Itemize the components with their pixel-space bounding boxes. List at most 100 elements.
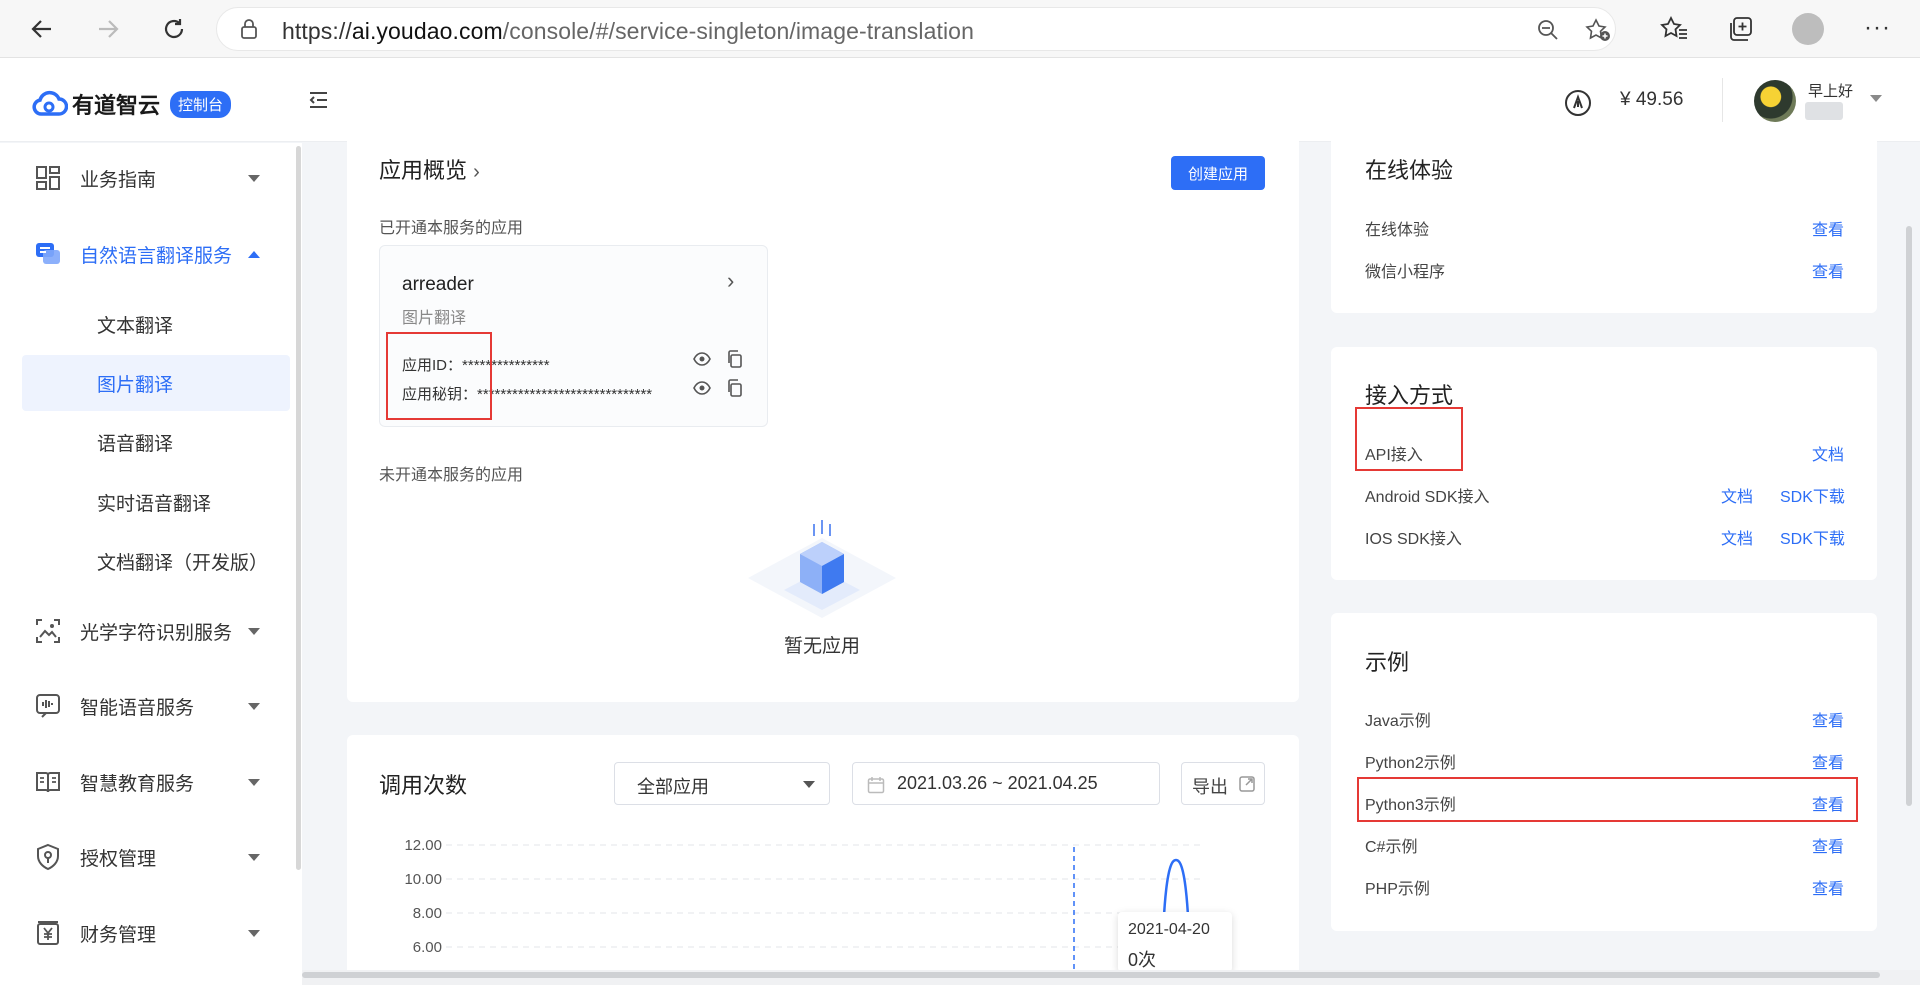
sidebar-item-finance[interactable]: 财务管理 [0,905,290,961]
sidebar-subitem-label: 文本翻译 [97,315,174,337]
avatar[interactable] [1754,80,1796,122]
chevron-down-icon [248,853,260,861]
android-sdk-label: Android SDK接入 [1365,489,1490,506]
sidebar-subitem-text-translation[interactable]: 文本翻译 [22,296,290,352]
horizontal-scrollbar[interactable] [302,972,1880,978]
finance-icon [37,921,59,945]
book-icon [36,772,60,793]
app-type: 图片翻译 [402,310,467,327]
chevron-down-icon [248,778,260,786]
chevron-down-icon [248,627,260,635]
logo[interactable]: 有道智云 控制台 [32,88,232,120]
wallet-icon[interactable] [1563,88,1593,118]
ios-sdk-download-link[interactable]: SDK下载 [1780,525,1845,549]
app-select-dropdown[interactable]: 全部应用 [614,762,830,805]
more-icon[interactable]: ··· [1864,14,1891,42]
chevron-right-icon[interactable]: › [727,268,734,294]
api-doc-link[interactable]: 文档 [1812,441,1844,465]
sidebar-item-education[interactable]: 智慧教育服务 [0,754,290,810]
chevron-up-icon [248,250,260,258]
page-scrollbar[interactable] [1906,226,1912,806]
chevron-down-icon [248,702,260,710]
sidebar-item-authorization[interactable]: 授权管理 [0,829,290,885]
sidebar-subitem-realtime-speech[interactable]: 实时语音翻译 [22,474,290,530]
copy-secret-icon[interactable] [726,379,743,397]
sidebar-subitem-document-translation[interactable]: 文档翻译（开发版） [22,533,290,589]
y-tick-label: 6.00 [413,939,442,956]
favorites-icon[interactable] [1660,16,1688,42]
create-app-button[interactable]: 创建应用 [1171,156,1265,190]
user-name-redacted [1805,102,1843,120]
highlight-frame-python3 [1357,777,1858,822]
sidebar-subitem-label: 图片翻译 [97,374,174,396]
access-title: 接入方式 [1365,383,1454,408]
php-example-link[interactable]: 查看 [1812,875,1844,899]
sidebar-item-label: 光学字符识别服务 [80,622,233,644]
usage-title: 调用次数 [379,773,468,798]
logo-text: 有道智云 [72,94,161,119]
profile-icon[interactable] [1792,13,1824,45]
highlight-frame-api [1355,407,1463,471]
chevron-down-icon [803,781,815,788]
show-secret-eye-icon[interactable] [693,381,711,395]
refresh-icon[interactable] [154,9,194,49]
sidebar-item-ocr[interactable]: 光学字符识别服务 [0,603,290,659]
collapse-menu-icon[interactable] [306,88,330,112]
sidebar-subitem-speech-translation[interactable]: 语音翻译 [22,414,290,470]
sidebar-scrollbar[interactable] [296,146,301,870]
miniprogram-view-link[interactable]: 查看 [1812,258,1844,282]
collections-icon[interactable] [1727,15,1755,43]
y-tick-label: 8.00 [413,905,442,922]
java-example-link[interactable]: 查看 [1812,707,1844,731]
chevron-right-icon: › [473,161,480,183]
calendar-icon [867,777,885,794]
forward-icon[interactable] [88,9,128,49]
export-button[interactable]: 导出 [1181,762,1265,805]
user-greeting: 早上好 [1808,83,1854,100]
back-icon[interactable] [22,9,62,49]
overview-title-text: 应用概览 [379,158,468,183]
header-divider [1722,78,1723,122]
sidebar-item-label: 授权管理 [80,848,157,870]
chart-tooltip: 2021-04-20 0次 [1118,912,1232,972]
sidebar-item-nlp-translation[interactable]: 自然语言翻译服务 [0,226,290,282]
python2-example-link[interactable]: 查看 [1812,749,1844,773]
tooltip-date: 2021-04-20 [1128,921,1210,938]
empty-state-text: 暂无应用 [784,636,861,657]
user-menu-chevron-icon[interactable] [1870,95,1882,102]
opened-apps-label: 已开通本服务的应用 [379,220,524,237]
sidebar: 业务指南 自然语言翻译服务 文本翻译 图片翻译 语音翻译 实时语音翻译 文档翻译… [0,143,302,985]
sidebar-item-guide[interactable]: 业务指南 [0,150,290,206]
android-sdk-download-link[interactable]: SDK下载 [1780,483,1845,507]
ios-doc-link[interactable]: 文档 [1721,525,1753,549]
address-bar[interactable]: https://ai.youdao.com/console/#/service-… [216,7,1616,51]
sidebar-item-label: 智慧教育服务 [80,773,195,795]
date-range-picker[interactable]: 2021.03.26 ~ 2021.04.25 [852,762,1160,805]
voice-wave-icon [36,694,60,718]
add-favorite-icon[interactable] [1585,18,1611,42]
sidebar-item-speech[interactable]: 智能语音服务 [0,678,290,734]
empty-box-illustration-icon [748,520,896,618]
online-title: 在线体验 [1365,158,1454,183]
browser-toolbar: https://ai.youdao.com/console/#/service-… [0,0,1920,58]
overview-title[interactable]: 应用概览 › [379,153,480,185]
dashboard-icon [36,166,60,190]
url-path: /console/#/service-singleton/image-trans… [502,18,974,44]
console-badge: 控制台 [170,90,232,118]
sidebar-subitem-image-translation[interactable]: 图片翻译 [22,355,290,411]
zoom-icon[interactable] [1537,19,1559,41]
tooltip-value: 0次 [1128,950,1157,970]
java-example-label: Java示例 [1365,713,1431,730]
y-tick-label: 10.00 [404,871,442,888]
online-view-link[interactable]: 查看 [1812,216,1844,240]
copy-id-icon[interactable] [726,350,743,368]
scan-image-icon [36,619,60,643]
app-secret-value: ****************************** [477,386,653,403]
android-doc-link[interactable]: 文档 [1721,483,1753,507]
date-range-value: 2021.03.26 ~ 2021.04.25 [897,773,1098,793]
sidebar-subitem-label: 文档翻译（开发版） [97,552,269,574]
csharp-example-link[interactable]: 查看 [1812,833,1844,857]
y-tick-label: 12.00 [404,837,442,854]
account-balance: ¥ 49.56 [1620,89,1684,110]
show-id-eye-icon[interactable] [693,352,711,366]
